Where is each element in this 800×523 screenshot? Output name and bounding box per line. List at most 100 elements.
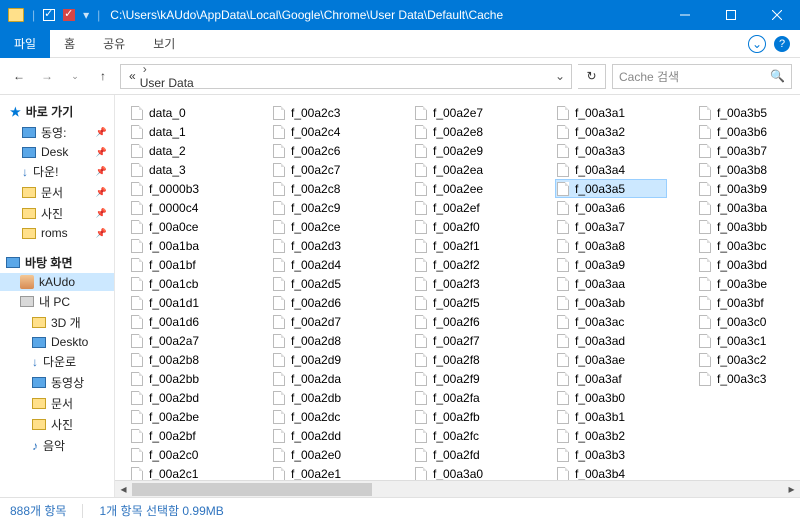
file-list[interactable]: data_0data_1data_2data_3f_0000b3f_0000c4…: [115, 95, 800, 497]
navigation-tree[interactable]: ★바로 가기 동영:📌Desk📌↓다운!📌문서📌사진📌roms📌 바탕 화면 k…: [0, 95, 115, 497]
tree-this-pc[interactable]: 내 PC: [0, 291, 114, 312]
file-item[interactable]: f_00a3ae: [555, 350, 667, 369]
file-item[interactable]: f_00a2c9: [271, 198, 383, 217]
tree-item[interactable]: roms📌: [0, 224, 114, 242]
file-item[interactable]: f_00a1bf: [129, 255, 241, 274]
file-item[interactable]: f_00a2f7: [413, 331, 525, 350]
scroll-left-button[interactable]: ◂: [115, 481, 132, 498]
file-item[interactable]: data_0: [129, 103, 241, 122]
file-item[interactable]: f_00a3b7: [697, 141, 800, 160]
file-item[interactable]: f_00a3c1: [697, 331, 800, 350]
file-item[interactable]: f_00a2be: [129, 407, 241, 426]
file-item[interactable]: f_00a2bd: [129, 388, 241, 407]
file-item[interactable]: f_00a2e0: [271, 445, 383, 464]
file-item[interactable]: f_00a0ce: [129, 217, 241, 236]
file-item[interactable]: f_00a3aa: [555, 274, 667, 293]
file-item[interactable]: f_00a3a4: [555, 160, 667, 179]
file-item[interactable]: f_00a2c7: [271, 160, 383, 179]
tree-item[interactable]: Deskto: [0, 333, 114, 351]
up-button[interactable]: ↑: [92, 65, 114, 87]
file-item[interactable]: f_00a3ab: [555, 293, 667, 312]
horizontal-scrollbar[interactable]: ◂ ▸: [115, 480, 800, 497]
tab-file[interactable]: 파일: [0, 30, 50, 58]
file-item[interactable]: f_00a3ad: [555, 331, 667, 350]
tree-item[interactable]: 문서: [0, 393, 114, 414]
file-item[interactable]: f_00a3c0: [697, 312, 800, 331]
file-item[interactable]: f_00a2e8: [413, 122, 525, 141]
file-item[interactable]: f_0000c4: [129, 198, 241, 217]
file-item[interactable]: f_00a3c2: [697, 350, 800, 369]
file-item[interactable]: f_00a3bc: [697, 236, 800, 255]
file-item[interactable]: f_00a3a5: [555, 179, 667, 198]
file-item[interactable]: f_00a3ac: [555, 312, 667, 331]
tree-item[interactable]: 3D 개: [0, 312, 114, 333]
crumb-overflow[interactable]: «: [127, 69, 138, 83]
file-item[interactable]: f_00a2ee: [413, 179, 525, 198]
file-item[interactable]: f_00a3af: [555, 369, 667, 388]
tree-item[interactable]: 동영:📌: [0, 122, 114, 143]
file-item[interactable]: f_00a2c8: [271, 179, 383, 198]
file-item[interactable]: f_00a3b8: [697, 160, 800, 179]
file-item[interactable]: data_3: [129, 160, 241, 179]
file-item[interactable]: f_00a2d9: [271, 350, 383, 369]
recent-dropdown[interactable]: ⌄: [64, 65, 86, 87]
file-item[interactable]: f_00a3bb: [697, 217, 800, 236]
file-item[interactable]: f_00a2fc: [413, 426, 525, 445]
search-input[interactable]: Cache 검색 🔍: [612, 64, 792, 89]
tree-desktop[interactable]: 바탕 화면: [0, 252, 114, 273]
file-item[interactable]: f_00a1d6: [129, 312, 241, 331]
qat-checkbox-2[interactable]: [63, 9, 75, 21]
breadcrumb-user data[interactable]: User Data: [138, 76, 196, 89]
file-item[interactable]: f_00a2d5: [271, 274, 383, 293]
file-item[interactable]: f_00a2d3: [271, 236, 383, 255]
tree-user[interactable]: kAUdo: [0, 273, 114, 291]
refresh-button[interactable]: ↻: [578, 64, 606, 89]
back-button[interactable]: ←: [8, 65, 30, 87]
qat-checkbox-1[interactable]: [43, 9, 55, 21]
file-item[interactable]: f_00a2ef: [413, 198, 525, 217]
file-item[interactable]: f_00a2b8: [129, 350, 241, 369]
close-button[interactable]: [754, 0, 800, 30]
file-item[interactable]: data_2: [129, 141, 241, 160]
tree-item[interactable]: ↓다운!📌: [0, 161, 114, 182]
file-item[interactable]: f_00a2e7: [413, 103, 525, 122]
file-item[interactable]: f_00a3a8: [555, 236, 667, 255]
file-item[interactable]: f_00a2bf: [129, 426, 241, 445]
file-item[interactable]: f_00a3b1: [555, 407, 667, 426]
tab-home[interactable]: 홈: [50, 30, 89, 58]
scroll-track[interactable]: [132, 481, 783, 498]
file-item[interactable]: f_0000b3: [129, 179, 241, 198]
file-item[interactable]: f_00a3b0: [555, 388, 667, 407]
file-item[interactable]: f_00a2dd: [271, 426, 383, 445]
address-dropdown[interactable]: ⌄: [545, 69, 565, 83]
file-item[interactable]: f_00a3a6: [555, 198, 667, 217]
file-item[interactable]: f_00a3a3: [555, 141, 667, 160]
help-button[interactable]: ?: [774, 36, 790, 52]
file-item[interactable]: f_00a2f1: [413, 236, 525, 255]
file-item[interactable]: f_00a2dc: [271, 407, 383, 426]
tree-item[interactable]: Desk📌: [0, 143, 114, 161]
tree-item[interactable]: 문서📌: [0, 182, 114, 203]
minimize-button[interactable]: [662, 0, 708, 30]
forward-button[interactable]: →: [36, 65, 58, 87]
file-item[interactable]: f_00a3b6: [697, 122, 800, 141]
file-item[interactable]: f_00a2ce: [271, 217, 383, 236]
file-item[interactable]: f_00a3a1: [555, 103, 667, 122]
file-item[interactable]: f_00a3ba: [697, 198, 800, 217]
file-item[interactable]: f_00a2fa: [413, 388, 525, 407]
file-item[interactable]: f_00a3b9: [697, 179, 800, 198]
scroll-thumb[interactable]: [132, 483, 372, 496]
file-item[interactable]: f_00a1d1: [129, 293, 241, 312]
file-item[interactable]: f_00a3a7: [555, 217, 667, 236]
address-bar[interactable]: « Local›Google›Chrome›User Data›Default›…: [120, 64, 572, 89]
file-item[interactable]: f_00a2f2: [413, 255, 525, 274]
file-item[interactable]: f_00a2a7: [129, 331, 241, 350]
file-item[interactable]: f_00a2da: [271, 369, 383, 388]
file-item[interactable]: f_00a2f5: [413, 293, 525, 312]
file-item[interactable]: f_00a2e9: [413, 141, 525, 160]
tree-item[interactable]: ♪음악: [0, 435, 114, 456]
file-item[interactable]: f_00a2f8: [413, 350, 525, 369]
file-item[interactable]: f_00a3b3: [555, 445, 667, 464]
file-item[interactable]: f_00a2f9: [413, 369, 525, 388]
file-item[interactable]: f_00a2c4: [271, 122, 383, 141]
